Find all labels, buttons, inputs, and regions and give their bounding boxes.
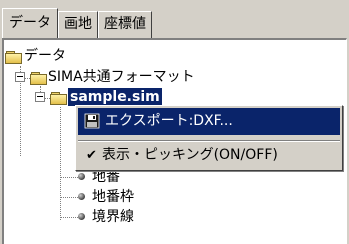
tab-data[interactable]: データ bbox=[2, 8, 58, 38]
floppy-disk-icon bbox=[84, 113, 100, 129]
collapse-icon[interactable] bbox=[35, 92, 45, 102]
tree-node-label: sample.sim bbox=[68, 88, 162, 106]
collapse-icon[interactable] bbox=[15, 72, 25, 82]
app-window: データ 画地 座標値 データ SIMA共通フォーマット sample.sim 地… bbox=[0, 0, 349, 244]
folder-icon bbox=[50, 91, 67, 105]
tree-node-label: 地番枠 bbox=[92, 189, 134, 205]
bullet-icon bbox=[78, 193, 85, 200]
menu-item-toggle-display-picking[interactable]: ✔ 表示・ピッキング(ON/OFF) bbox=[78, 142, 340, 169]
folder-icon bbox=[30, 71, 47, 85]
tab-bar: データ 画地 座標値 bbox=[2, 8, 152, 38]
bullet-icon bbox=[78, 213, 85, 220]
menu-item-label: エクスポート:DXF... bbox=[105, 113, 233, 129]
tree-node-sima-format[interactable]: SIMA共通フォーマット bbox=[30, 68, 195, 86]
tab-parcel[interactable]: 画地 bbox=[58, 11, 98, 38]
tree-node-label: SIMA共通フォーマット bbox=[48, 69, 195, 85]
context-menu: エクスポート:DXF... ✔ 表示・ピッキング(ON/OFF) bbox=[75, 105, 343, 171]
tree-node-label: データ bbox=[24, 48, 66, 64]
checkmark-icon: ✔ bbox=[86, 148, 97, 163]
menu-item-export-dxf[interactable]: エクスポート:DXF... bbox=[78, 108, 340, 135]
tree-node-boundary-line[interactable]: 境界線 bbox=[56, 208, 134, 226]
tree-node-label: 境界線 bbox=[92, 209, 134, 225]
tree-node-parcel-frame[interactable]: 地番枠 bbox=[56, 188, 134, 206]
menu-item-label: 表示・ピッキング(ON/OFF) bbox=[102, 147, 278, 163]
bullet-icon bbox=[78, 173, 85, 180]
tree-node-root[interactable]: データ bbox=[4, 47, 66, 65]
tree-node-selected-file[interactable]: sample.sim bbox=[50, 88, 162, 106]
folder-icon bbox=[5, 50, 22, 64]
tab-coordinates[interactable]: 座標値 bbox=[98, 11, 152, 38]
